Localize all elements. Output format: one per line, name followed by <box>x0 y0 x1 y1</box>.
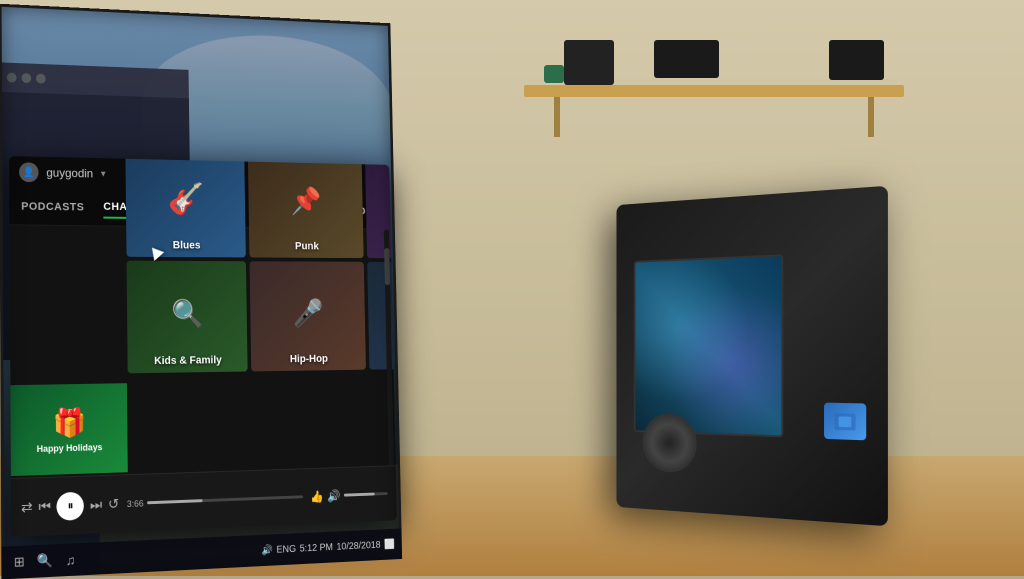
volume-icon[interactable]: 🔊 <box>327 489 341 503</box>
shelf-item-3 <box>829 40 884 80</box>
taskbar-date: 10/28/2018 <box>336 539 380 552</box>
progress-bar-background[interactable] <box>147 495 303 504</box>
blues-icon: 🎸 <box>167 180 204 217</box>
shelf-item-2 <box>654 40 719 78</box>
nav-podcasts[interactable]: PODCASTS <box>21 196 84 217</box>
pc-fan <box>643 413 697 473</box>
holiday-gift-icon: 🎁 <box>52 405 86 439</box>
play-pause-button[interactable]: ⏸ <box>57 491 85 520</box>
taskbar-network-icon: ENG <box>276 543 296 555</box>
spotify-window: 👤 guygodin ▾ — □ ✕ PODCASTS CHARTS GENRE… <box>9 156 397 537</box>
spotify-title-left: 👤 guygodin ▾ <box>19 162 106 183</box>
volume-fill <box>344 493 375 497</box>
taskbar-clock: 5:12 PM <box>300 542 333 554</box>
prev-button[interactable]: ⏮ <box>38 498 51 516</box>
punk-label: Punk <box>295 241 319 252</box>
happy-holidays-tile[interactable]: 🎁 Happy Holidays <box>10 383 127 476</box>
genre-tile-hiphop[interactable]: 🎤 Hip-Hop <box>250 261 366 371</box>
spotify-content: 🎁 Happy Holidays 🎸 Blues 📌 Punk <box>10 225 396 476</box>
monitor-screen: 👤 guygodin ▾ — □ ✕ PODCASTS CHARTS GENRE… <box>0 4 402 579</box>
playback-controls: ⇄ ⏮ ⏸ ⏭ ↺ <box>21 490 119 522</box>
taskbar-left: ⊞ 🔍 ♫ <box>9 549 80 573</box>
volume-bar[interactable] <box>344 492 388 497</box>
taskbar-volume-icon[interactable]: 🔊 <box>261 545 273 556</box>
pc-window <box>634 254 784 437</box>
thumbs-up-icon[interactable]: 👍 <box>310 489 324 503</box>
blues-label: Blues <box>173 240 201 252</box>
shelf-item-small <box>544 65 564 83</box>
pc-circuit-board <box>636 256 782 435</box>
scrollbar-thumb[interactable] <box>384 248 390 285</box>
hiphop-label: Hip-Hop <box>290 353 328 365</box>
volume-area: 👍 🔊 <box>310 487 388 503</box>
genre-tile-blues[interactable]: 🎸 Blues <box>125 156 245 257</box>
window-dot-3 <box>36 74 46 84</box>
shelf-item-1 <box>564 40 614 85</box>
user-avatar: 👤 <box>19 162 39 182</box>
system-tray: 🔊 ENG 5:12 PM 10/28/2018 ⬜ <box>261 539 395 556</box>
window-dot-1 <box>7 72 17 82</box>
taskbar-show-desktop[interactable]: ⬜ <box>384 539 395 550</box>
taskbar-icon-1[interactable]: ⊞ <box>9 552 29 573</box>
pc-case <box>616 186 887 527</box>
shelf <box>524 85 904 97</box>
dropdown-icon: ▾ <box>101 168 106 179</box>
kids-label: Kids & Family <box>154 354 222 367</box>
genre-grid: 🎸 Blues 📌 Punk ⭐ Funk <box>120 156 397 379</box>
happy-holidays-label: Happy Holidays <box>37 442 103 454</box>
taskbar-right: 🔊 ENG 5:12 PM 10/28/2018 ⬜ <box>261 539 395 556</box>
current-time: 3:66 <box>127 498 144 509</box>
window-dot-2 <box>21 73 31 83</box>
username-label: guygodin <box>46 166 93 181</box>
progress-area: 3:66 <box>127 492 303 509</box>
genre-tile-kids[interactable]: 🔍 Kids & Family <box>127 261 248 374</box>
pc-logo <box>824 403 866 441</box>
taskbar-icon-app[interactable]: ♫ <box>61 549 81 570</box>
shuffle-button[interactable]: ⇄ <box>21 499 33 517</box>
genre-tile-punk[interactable]: 📌 Punk <box>248 156 364 258</box>
punk-icon: 📌 <box>290 185 321 216</box>
next-button[interactable]: ⏭ <box>90 496 102 513</box>
repeat-button[interactable]: ↺ <box>108 495 119 512</box>
progress-bar-fill <box>147 499 203 504</box>
taskbar-icon-search[interactable]: 🔍 <box>35 550 55 571</box>
hiphop-icon: 🎤 <box>292 297 324 328</box>
kids-icon: 🔍 <box>171 297 204 329</box>
